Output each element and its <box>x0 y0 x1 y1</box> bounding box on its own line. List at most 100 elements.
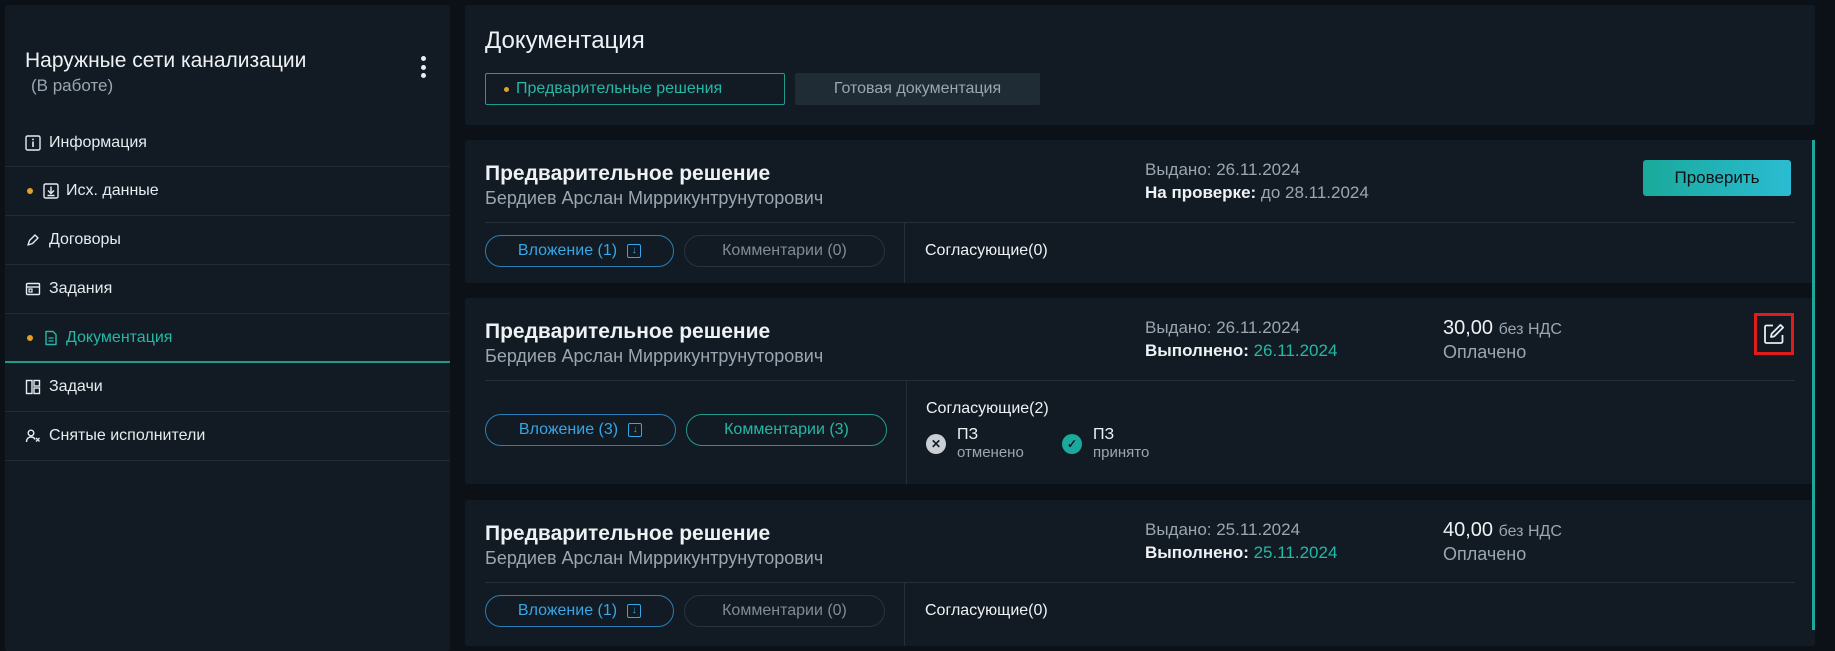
attachment-label: Вложение (1) <box>517 602 618 619</box>
card-author: Бердиев Арслан Миррикунтрунуторович <box>485 346 824 366</box>
sidebar-item-label: Исх. данные <box>66 182 159 199</box>
comments-button[interactable]: Комментарии (0) <box>684 595 885 627</box>
issued-date: Выдано: 26.11.2024 <box>1145 318 1301 337</box>
comments-label: Комментарии (3) <box>724 421 849 438</box>
completion-status: Выполнено: 25.11.2024 <box>1145 543 1337 563</box>
sidebar-item-documentation[interactable]: Документация <box>5 314 450 362</box>
sidebar-item-label: Договоры <box>49 231 121 248</box>
comments-label: Комментарии (0) <box>722 242 847 259</box>
payment-status: Оплачено <box>1443 342 1527 362</box>
sidebar-item-tasks[interactable]: Задачи <box>5 363 450 411</box>
solution-card: Предварительное решение Бердиев Арслан М… <box>465 298 1815 484</box>
card-title: Предварительное решение <box>485 522 771 545</box>
user-x-icon <box>25 428 41 444</box>
divider <box>904 583 905 646</box>
comments-button[interactable]: Комментарии (3) <box>686 414 887 446</box>
tab-finished-documentation[interactable]: Готовая документация <box>795 73 1040 105</box>
documentation-header: Документация Предварительные решения Гот… <box>465 5 1815 125</box>
document-icon <box>43 330 59 346</box>
attachment-label: Вложение (3) <box>518 421 619 438</box>
tasks-icon <box>25 281 41 297</box>
divider <box>485 380 1795 381</box>
approver-status: отменено <box>957 444 1024 461</box>
divider <box>5 460 450 461</box>
rejected-icon: ✕ <box>926 434 946 454</box>
comments-button[interactable]: Комментарии (0) <box>684 235 885 267</box>
comments-label: Комментарии (0) <box>722 602 847 619</box>
issued-date: Выдано: 26.11.2024 <box>1145 160 1301 179</box>
sidebar-item-label: Снятые исполнители <box>49 427 206 444</box>
sidebar-item-label: Задачи <box>49 378 103 395</box>
status-label: Выполнено: <box>1145 543 1249 562</box>
status-label: На проверке: <box>1145 183 1257 202</box>
sidebar-item-assignments[interactable]: Задания <box>5 265 450 313</box>
card-title: Предварительное решение <box>485 162 771 185</box>
attachment-button[interactable]: Вложение (1) ↓ <box>485 235 674 267</box>
sidebar-item-contracts[interactable]: Договоры <box>5 216 450 264</box>
indicator-dot <box>27 188 33 194</box>
solution-card: Предварительное решение Бердиев Арслан М… <box>465 500 1815 646</box>
completion-status: Выполнено: 26.11.2024 <box>1145 341 1337 361</box>
price-value: 30,00 <box>1443 317 1494 339</box>
download-icon <box>43 183 59 199</box>
tab-label: Готовая документация <box>833 80 1002 97</box>
sidebar-item-removed-executors[interactable]: Снятые исполнители <box>5 412 450 460</box>
attachment-button[interactable]: Вложение (3) ↓ <box>485 414 676 446</box>
approvers-label: Согласующие(2) <box>926 400 1049 417</box>
accepted-icon: ✓ <box>1062 434 1082 454</box>
sidebar-item-label: Информация <box>49 134 147 151</box>
status-value: до 28.11.2024 <box>1260 183 1369 202</box>
indicator-dot <box>504 87 509 92</box>
status-value: 25.11.2024 <box>1253 543 1338 562</box>
payment-status: Оплачено <box>1443 544 1527 564</box>
divider <box>906 381 907 484</box>
status-value: 26.11.2024 <box>1253 341 1338 360</box>
pen-icon <box>25 232 41 248</box>
sidebar-item-label: Задания <box>49 280 113 297</box>
attachment-label: Вложение (1) <box>517 242 618 259</box>
card-author: Бердиев Арслан Миррикунтрунуторович <box>485 548 824 568</box>
card-author: Бердиев Арслан Миррикунтрунуторович <box>485 188 824 208</box>
price: 30,00 без НДС <box>1443 317 1562 340</box>
download-icon: ↓ <box>628 423 643 437</box>
scrollbar[interactable] <box>1812 140 1815 630</box>
approver-item: ПЗ отменено <box>957 426 1024 461</box>
page-title: Документация <box>485 27 645 54</box>
approver-name: ПЗ <box>1093 426 1115 443</box>
price: 40,00 без НДС <box>1443 519 1562 542</box>
approver-name: ПЗ <box>957 426 979 443</box>
price-suffix: без НДС <box>1498 523 1562 540</box>
tab-preliminary-solutions[interactable]: Предварительные решения <box>485 73 785 105</box>
sidebar-item-info[interactable]: Информация <box>5 119 450 167</box>
status-label: Выполнено: <box>1145 341 1249 360</box>
card-title: Предварительное решение <box>485 320 771 343</box>
approvers-label: Согласующие(0) <box>925 242 1048 259</box>
indicator-dot <box>27 335 33 341</box>
sidebar-item-source-data[interactable]: Исх. данные <box>5 167 450 215</box>
attachment-button[interactable]: Вложение (1) ↓ <box>485 595 674 627</box>
solution-card: Предварительное решение Бердиев Арслан М… <box>465 140 1815 283</box>
more-options-icon[interactable] <box>411 52 435 82</box>
approvers-label: Согласующие(0) <box>925 602 1048 619</box>
project-status: (В работе) <box>31 76 114 95</box>
edit-icon <box>1764 324 1784 344</box>
price-suffix: без НДС <box>1498 321 1562 338</box>
edit-button[interactable] <box>1754 313 1794 355</box>
issued-date: Выдано: 25.11.2024 <box>1145 520 1301 539</box>
sidebar-item-label: Документация <box>66 329 173 346</box>
download-icon: ↓ <box>627 604 642 618</box>
board-icon <box>25 379 41 395</box>
check-button[interactable]: Проверить <box>1643 160 1791 196</box>
divider <box>904 223 905 283</box>
review-status: На проверке: до 28.11.2024 <box>1145 183 1369 203</box>
price-value: 40,00 <box>1443 519 1494 541</box>
download-icon: ↓ <box>627 244 642 258</box>
approver-status: принято <box>1093 444 1150 461</box>
approver-item: ПЗ принято <box>1093 426 1149 461</box>
info-icon <box>25 135 41 151</box>
project-title: Наружные сети канализации <box>25 49 307 72</box>
divider <box>485 582 1795 583</box>
tab-label: Предварительные решения <box>516 80 723 97</box>
sidebar: Наружные сети канализации (В работе) Инф… <box>5 5 450 651</box>
divider <box>485 222 1795 223</box>
